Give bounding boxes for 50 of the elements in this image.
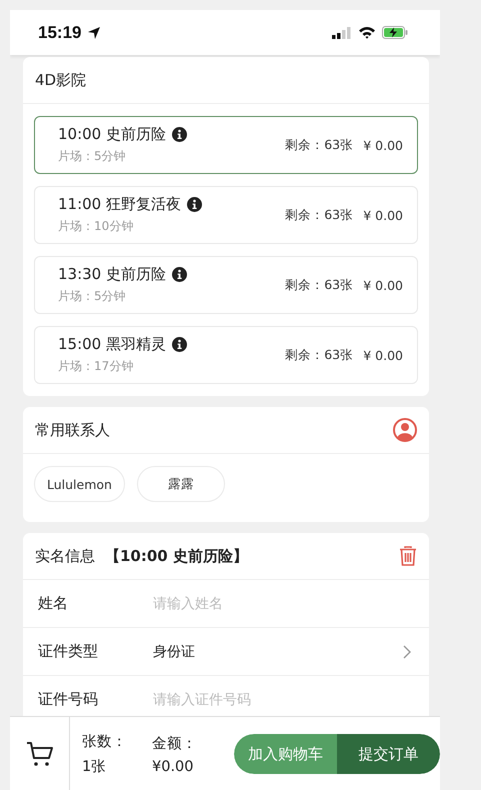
session-title: 11:00 狂野复活夜 — [58, 195, 181, 214]
session-duration: 片场：17分钟 — [58, 358, 134, 375]
submit-order-button[interactable]: 提交订单 — [337, 734, 440, 774]
session-card[interactable]: 11:00 狂野复活夜 片场：10分钟 剩余：63张 ¥ 0.00 — [34, 186, 418, 244]
session-title: 15:00 黑羽精灵 — [58, 335, 166, 354]
selected-session: 【10:00 史前历险】 — [105, 546, 248, 566]
section-title: 实名信息 — [35, 546, 95, 566]
contact-chip[interactable]: Lululemon — [34, 466, 125, 502]
session-card[interactable]: 15:00 黑羽精灵 片场：17分钟 剩余：63张 ¥ 0.00 — [34, 326, 418, 384]
session-duration: 片场：5分钟 — [58, 288, 127, 305]
ticket-count: 1张 — [82, 758, 108, 776]
chevron-right-icon — [403, 644, 411, 658]
signal-icon — [332, 26, 352, 38]
clock-time: 15:19 — [38, 22, 82, 42]
user-icon[interactable] — [393, 418, 417, 442]
info-icon[interactable] — [172, 267, 187, 282]
input-field[interactable]: 请输入姓名 — [153, 596, 411, 612]
remaining-tickets: 剩余：63张 — [285, 136, 354, 154]
total-amount: ¥0.00 — [152, 758, 195, 774]
field-label: 姓名 — [38, 594, 69, 613]
remaining-tickets: 剩余：63张 — [285, 276, 354, 294]
session-card[interactable]: 13:30 史前历险 片场：5分钟 剩余：63张 ¥ 0.00 — [34, 256, 418, 314]
section-title: 常用联系人 — [35, 420, 110, 440]
trash-icon[interactable] — [399, 546, 417, 566]
contact-chip[interactable]: 露露 — [136, 466, 225, 502]
id-type-select[interactable]: 身份证 — [153, 642, 403, 660]
section-title: 4D影院 — [35, 70, 86, 90]
info-icon[interactable] — [172, 127, 187, 142]
count-label: 张数： — [82, 733, 128, 751]
remaining-tickets: 剩余：63张 — [285, 206, 354, 224]
field-label: 证件类型 — [38, 642, 99, 661]
session-duration: 片场：10分钟 — [58, 218, 134, 235]
ticket-price: ¥ 0.00 — [363, 348, 403, 362]
ticket-price: ¥ 0.00 — [363, 208, 403, 222]
ticket-price: ¥ 0.00 — [363, 278, 403, 292]
session-title: 13:30 史前历险 — [58, 265, 166, 284]
field-label: 证件号码 — [38, 690, 99, 709]
battery-charging-icon — [382, 26, 408, 39]
input-field[interactable]: 请输入证件号码 — [153, 692, 411, 708]
location-arrow-icon — [87, 26, 102, 40]
session-card[interactable]: 10:00 史前历险 片场：5分钟 剩余：63张 ¥ 0.00 — [34, 116, 418, 174]
session-title: 10:00 史前历险 — [58, 125, 166, 144]
cart-icon[interactable] — [26, 741, 54, 767]
amount-label: 金额： — [152, 734, 198, 752]
session-duration: 片场：5分钟 — [58, 148, 127, 165]
wifi-icon — [358, 26, 376, 39]
info-icon[interactable] — [187, 197, 202, 212]
remaining-tickets: 剩余：63张 — [285, 346, 354, 364]
info-icon[interactable] — [172, 337, 187, 352]
ticket-price: ¥ 0.00 — [363, 138, 403, 152]
